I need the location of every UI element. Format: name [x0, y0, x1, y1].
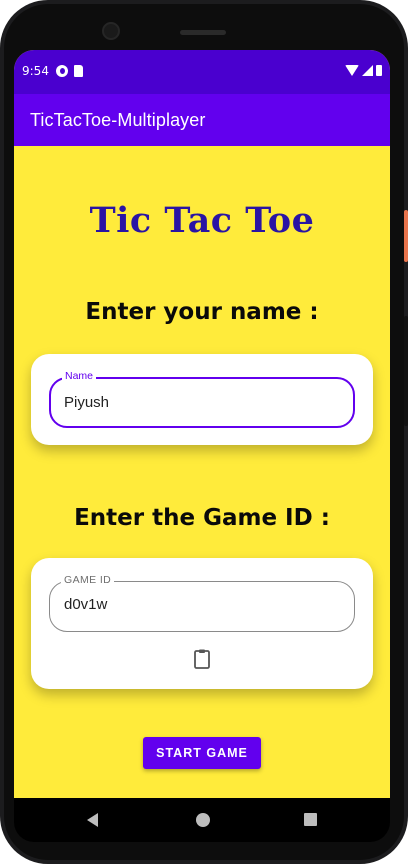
front-camera	[102, 22, 120, 40]
wifi-icon	[345, 65, 359, 76]
app-title: TicTacToe-Multiplayer	[30, 110, 206, 130]
volume-button	[404, 316, 408, 426]
home-icon[interactable]	[196, 813, 210, 827]
name-field[interactable]: Name	[49, 370, 355, 428]
cell-signal-icon	[362, 65, 373, 76]
gameid-heading: Enter the Game ID :	[74, 505, 330, 531]
battery-icon	[376, 65, 382, 76]
start-game-button[interactable]: START GAME	[143, 737, 261, 769]
app-bar: TicTacToe-Multiplayer	[14, 94, 390, 146]
sd-card-icon	[74, 65, 83, 77]
status-system-icons	[345, 65, 382, 76]
name-input[interactable]	[64, 394, 334, 411]
back-icon[interactable]	[87, 813, 98, 827]
screen: 9:54 TicTacToe-Multiplayer Tic Tac Toe E…	[14, 50, 390, 798]
power-button	[404, 210, 408, 262]
gameid-field-label: GAME ID	[61, 574, 115, 586]
gameid-input[interactable]	[64, 596, 334, 613]
app-notification-icon	[56, 65, 68, 77]
status-bar: 9:54	[14, 50, 390, 94]
gameid-field[interactable]: GAME ID	[49, 574, 355, 632]
gameid-card: GAME ID	[31, 558, 373, 689]
paste-icon[interactable]	[190, 647, 214, 671]
status-time: 9:54	[22, 64, 49, 78]
navigation-bar	[14, 798, 390, 842]
game-title: Tic Tac Toe	[89, 200, 315, 241]
status-notification-icons	[56, 65, 83, 77]
name-card: Name	[31, 354, 373, 445]
name-field-label: Name	[62, 370, 97, 382]
phone-frame: 9:54 TicTacToe-Multiplayer Tic Tac Toe E…	[0, 0, 408, 864]
earpiece-speaker	[180, 30, 226, 35]
recents-icon[interactable]	[304, 813, 317, 826]
name-heading: Enter your name :	[85, 299, 319, 325]
